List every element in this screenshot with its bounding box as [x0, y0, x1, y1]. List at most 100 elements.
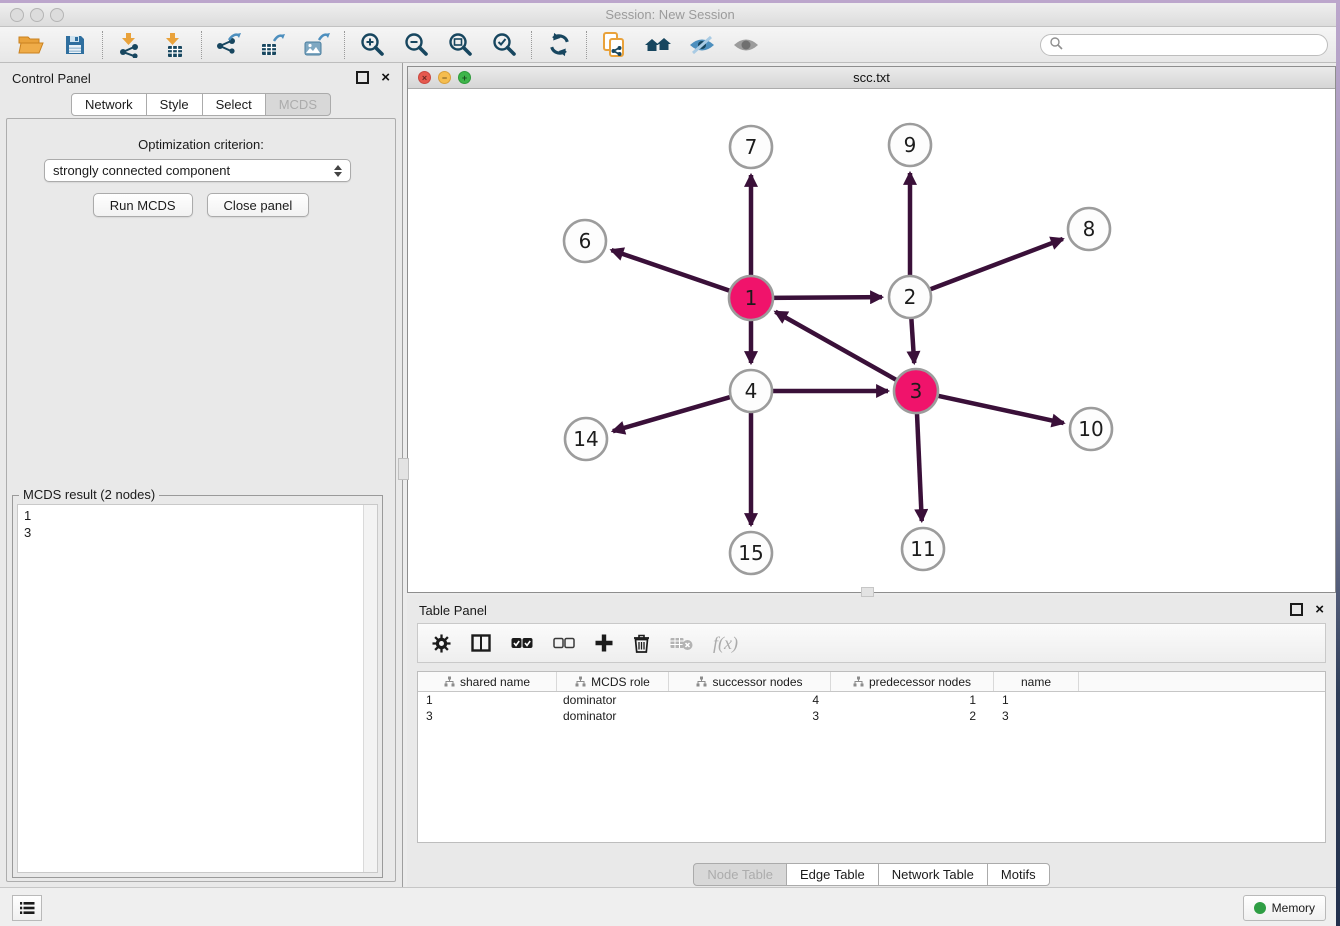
network-canvas[interactable]: 7968124314101511 — [408, 88, 1335, 592]
tab-style[interactable]: Style — [146, 93, 203, 116]
zoom-fit-icon[interactable] — [443, 31, 477, 59]
search-icon — [1049, 36, 1063, 55]
edge-3-11[interactable] — [917, 410, 922, 521]
column-type-icon — [444, 676, 455, 687]
criterion-select[interactable]: strongly connected component — [44, 159, 351, 182]
search-input[interactable] — [1063, 37, 1319, 53]
node-label-10: 10 — [1078, 417, 1103, 441]
desktop-edge-top — [0, 0, 1340, 3]
zoom-selected-icon[interactable] — [487, 31, 521, 59]
show-log-button[interactable] — [12, 895, 42, 921]
node-label-15: 15 — [738, 541, 763, 565]
tab-motifs[interactable]: Motifs — [987, 863, 1050, 886]
node-label-14: 14 — [573, 427, 598, 451]
deselect-all-checkboxes-icon[interactable] — [553, 637, 575, 649]
add-row-icon[interactable] — [595, 634, 613, 652]
node-label-7: 7 — [745, 135, 758, 159]
tab-select[interactable]: Select — [202, 93, 266, 116]
show-column-icon[interactable] — [471, 634, 491, 652]
float-table-panel-icon[interactable] — [1290, 603, 1303, 616]
memory-button[interactable]: Memory — [1243, 895, 1326, 921]
node-label-4: 4 — [745, 379, 758, 403]
network-view-window: × − + scc.txt 7968124314101511 — [407, 66, 1336, 593]
cell-mcds-role[interactable]: dominator — [557, 708, 669, 724]
table-settings-gear-icon[interactable] — [432, 634, 451, 653]
tab-network-table[interactable]: Network Table — [878, 863, 988, 886]
network-window-titlebar[interactable]: × − + scc.txt — [408, 67, 1335, 89]
cell-shared-name[interactable]: 1 — [418, 692, 557, 708]
vertical-splitter-handle[interactable] — [398, 458, 409, 480]
mcds-result-title: MCDS result (2 nodes) — [19, 487, 159, 502]
node-label-6: 6 — [579, 229, 592, 253]
export-table-icon[interactable] — [256, 31, 290, 59]
column-header-shared-name[interactable]: shared name — [418, 672, 557, 691]
tab-node-table[interactable]: Node Table — [693, 863, 787, 886]
column-header-name[interactable]: name — [994, 672, 1079, 691]
cell-name[interactable]: 1 — [994, 692, 1079, 708]
mcds-result-group: MCDS result (2 nodes) 1 3 — [12, 495, 383, 878]
column-header-predecessor-nodes[interactable]: predecessor nodes — [831, 672, 994, 691]
import-network-icon[interactable] — [113, 31, 147, 59]
node-label-2: 2 — [904, 285, 917, 309]
open-session-icon[interactable] — [14, 31, 48, 59]
export-network-icon[interactable] — [212, 31, 246, 59]
tab-edge-table[interactable]: Edge Table — [786, 863, 879, 886]
mcds-result-list[interactable]: 1 3 — [17, 504, 378, 873]
node-label-9: 9 — [904, 133, 917, 157]
cell-successor-nodes[interactable]: 4 — [669, 692, 831, 708]
node-table: shared name MCDS role successor nodes pr… — [417, 671, 1326, 843]
mcds-result-node: 3 — [24, 524, 371, 541]
table-row[interactable]: 1 dominator 4 1 1 — [418, 692, 1325, 708]
close-table-panel-icon[interactable]: × — [1315, 603, 1324, 616]
edge-1-6[interactable] — [611, 250, 733, 292]
result-scrollbar[interactable] — [363, 505, 377, 872]
status-bar: Memory — [0, 887, 1340, 926]
edge-1-2[interactable] — [770, 297, 882, 298]
memory-label: Memory — [1272, 901, 1315, 915]
nested-network-icon[interactable] — [641, 31, 675, 59]
clone-network-icon[interactable] — [597, 31, 631, 59]
close-panel-icon[interactable]: × — [381, 71, 390, 84]
float-panel-icon[interactable] — [356, 71, 369, 84]
horizontal-splitter-handle[interactable] — [861, 587, 874, 597]
table-header-row: shared name MCDS role successor nodes pr… — [418, 672, 1325, 692]
cell-successor-nodes[interactable]: 3 — [669, 708, 831, 724]
zoom-out-icon[interactable] — [399, 31, 433, 59]
edge-2-8[interactable] — [928, 239, 1063, 290]
zoom-in-icon[interactable] — [355, 31, 389, 59]
column-type-icon — [696, 676, 707, 687]
show-all-icon[interactable] — [729, 31, 763, 59]
column-type-icon — [575, 676, 586, 687]
edge-3-10[interactable] — [935, 395, 1064, 423]
cell-shared-name[interactable]: 3 — [418, 708, 557, 724]
network-window-title: scc.txt — [408, 67, 1335, 88]
delete-table-icon[interactable] — [670, 636, 693, 651]
os-titlebar[interactable]: Session: New Session — [0, 3, 1340, 27]
cell-name[interactable]: 3 — [994, 708, 1079, 724]
toolbar-group-zoom — [345, 31, 531, 59]
apply-function-icon[interactable]: f(x) — [713, 633, 738, 654]
refresh-icon[interactable] — [542, 31, 576, 59]
close-panel-button[interactable]: Close panel — [207, 193, 310, 217]
select-all-checkboxes-icon[interactable] — [511, 637, 533, 649]
import-table-icon[interactable] — [157, 31, 191, 59]
column-header-successor-nodes[interactable]: successor nodes — [669, 672, 831, 691]
run-mcds-button[interactable]: Run MCDS — [93, 193, 193, 217]
save-session-icon[interactable] — [58, 31, 92, 59]
column-header-mcds-role[interactable]: MCDS role — [557, 672, 669, 691]
edge-4-14[interactable] — [613, 396, 733, 431]
cell-mcds-role[interactable]: dominator — [557, 692, 669, 708]
export-image-icon[interactable] — [300, 31, 334, 59]
cell-predecessor-nodes[interactable]: 1 — [831, 692, 994, 708]
edge-2-3[interactable] — [911, 316, 914, 363]
delete-row-icon[interactable] — [633, 634, 650, 653]
search-box[interactable] — [1040, 34, 1328, 56]
edge-3-1[interactable] — [775, 312, 899, 382]
node-label-11: 11 — [910, 537, 935, 561]
tab-network[interactable]: Network — [71, 93, 147, 116]
mcds-result-node: 1 — [24, 507, 371, 524]
cell-predecessor-nodes[interactable]: 2 — [831, 708, 994, 724]
tab-mcds[interactable]: MCDS — [265, 93, 331, 116]
table-row[interactable]: 3 dominator 3 2 3 — [418, 708, 1325, 724]
hide-selected-icon[interactable] — [685, 31, 719, 59]
